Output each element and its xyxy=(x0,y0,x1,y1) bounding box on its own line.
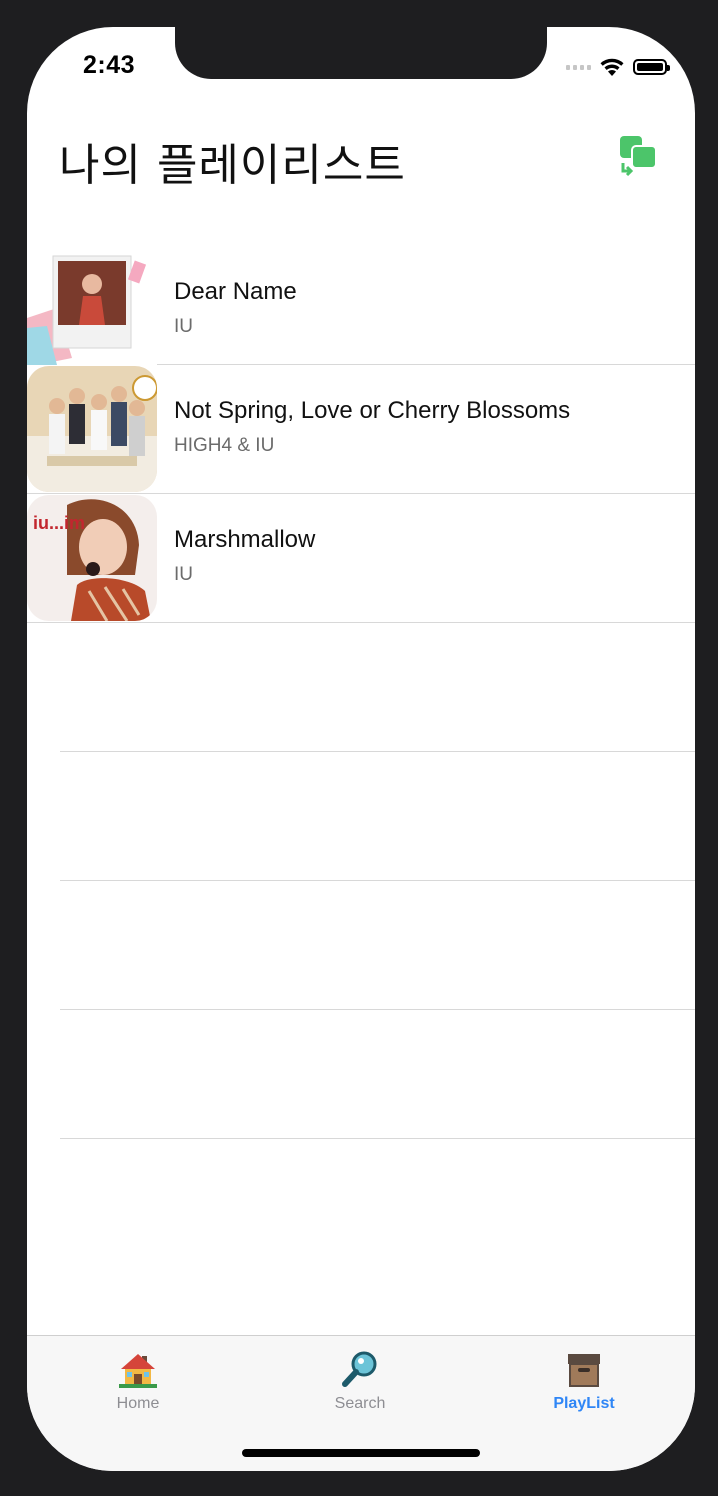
tab-label: Home xyxy=(116,1395,160,1412)
battery-icon xyxy=(633,59,670,75)
tab-label: PlayList xyxy=(553,1395,615,1412)
share-copy-icon[interactable] xyxy=(617,133,661,177)
empty-row xyxy=(60,1010,695,1139)
app-screen: 2:43 나의 플레이리스트 Dear Name IU Not Spring, … xyxy=(27,27,695,1471)
empty-row xyxy=(60,881,695,1010)
list-item[interactable]: iu...im Marshmallow IU xyxy=(27,494,695,623)
album-cover xyxy=(27,248,157,374)
empty-row xyxy=(60,752,695,881)
device-frame: 2:43 나의 플레이리스트 Dear Name IU Not Spring, … xyxy=(0,0,718,1496)
tab-label: Search xyxy=(334,1395,386,1412)
archive-box-icon xyxy=(568,1354,600,1387)
list-item[interactable]: Not Spring, Love or Cherry Blossoms HIGH… xyxy=(27,365,695,494)
playlist-list: Dear Name IU Not Spring, Love or Cherry … xyxy=(27,247,695,1139)
page-title: 나의 플레이리스트 xyxy=(59,140,406,191)
status-indicators xyxy=(566,57,670,77)
song-title: Not Spring, Love or Cherry Blossoms xyxy=(174,397,571,424)
song-artist: IU xyxy=(174,316,193,337)
home-indicator xyxy=(242,1449,480,1457)
cellular-signal-icon xyxy=(566,64,591,70)
song-artist: IU xyxy=(174,564,193,585)
tab-home[interactable]: Home xyxy=(27,1336,249,1426)
magnifier-icon xyxy=(342,1351,377,1387)
tab-search[interactable]: Search xyxy=(249,1336,471,1426)
song-title: Marshmallow xyxy=(174,526,316,553)
house-icon xyxy=(119,1354,157,1388)
empty-row xyxy=(60,623,695,752)
song-artist: HIGH4 & IU xyxy=(174,435,275,456)
status-time: 2:43 xyxy=(83,51,136,79)
album-cover: iu...im xyxy=(27,495,157,621)
list-item[interactable]: Dear Name IU xyxy=(27,247,695,365)
wifi-icon xyxy=(600,58,624,76)
song-title: Dear Name xyxy=(174,278,297,305)
album-cover xyxy=(27,366,157,492)
svg-text:iu...im: iu...im xyxy=(33,513,85,533)
device-notch xyxy=(175,27,547,79)
tab-playlist[interactable]: PlayList xyxy=(473,1336,695,1426)
